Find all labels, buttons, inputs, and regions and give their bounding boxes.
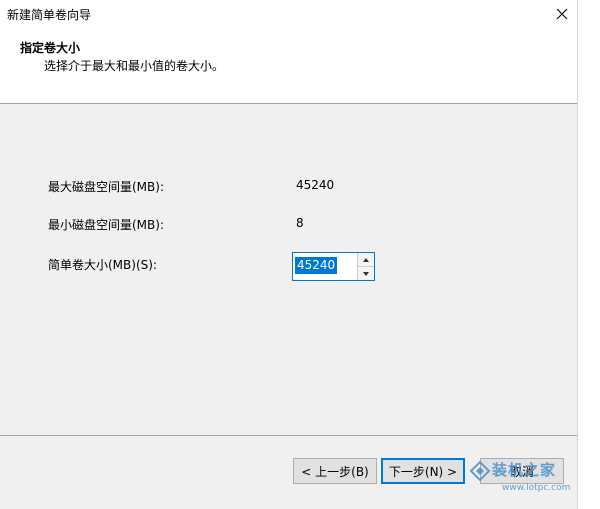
background-strip [579, 0, 600, 509]
back-button[interactable]: < 上一步(B) [293, 458, 377, 484]
min-space-value: 8 [296, 216, 304, 230]
min-space-label: 最小磁盘空间量(MB): [48, 218, 164, 232]
stepper-up-button[interactable] [358, 253, 374, 267]
page-title: 指定卷大小 [20, 41, 81, 55]
volume-size-input[interactable]: 45240 [295, 257, 338, 274]
volume-size-label: 简单卷大小(MB)(S): [48, 258, 157, 272]
title-bar: 新建简单卷向导 [0, 0, 577, 28]
volume-size-stepper[interactable]: 45240 [292, 252, 375, 281]
page-subtitle: 选择介于最大和最小值的卷大小。 [44, 59, 225, 73]
close-button[interactable] [549, 3, 575, 25]
arrow-up-icon [363, 257, 369, 262]
max-space-label: 最大磁盘空间量(MB): [48, 180, 164, 194]
wizard-header: 指定卷大小 选择介于最大和最小值的卷大小。 [0, 28, 577, 103]
next-button[interactable]: 下一步(N) > [381, 458, 465, 484]
max-space-value: 45240 [296, 178, 335, 192]
stepper-down-button[interactable] [358, 267, 374, 280]
window-title: 新建简单卷向导 [7, 8, 92, 22]
wizard-window: 新建简单卷向导 指定卷大小 选择介于最大和最小值的卷大小。 最大磁盘空间量(MB… [0, 0, 578, 509]
stepper-buttons [357, 253, 374, 280]
cancel-button[interactable]: 取消 [480, 458, 564, 484]
arrow-down-icon [363, 271, 369, 276]
close-icon [556, 8, 568, 20]
